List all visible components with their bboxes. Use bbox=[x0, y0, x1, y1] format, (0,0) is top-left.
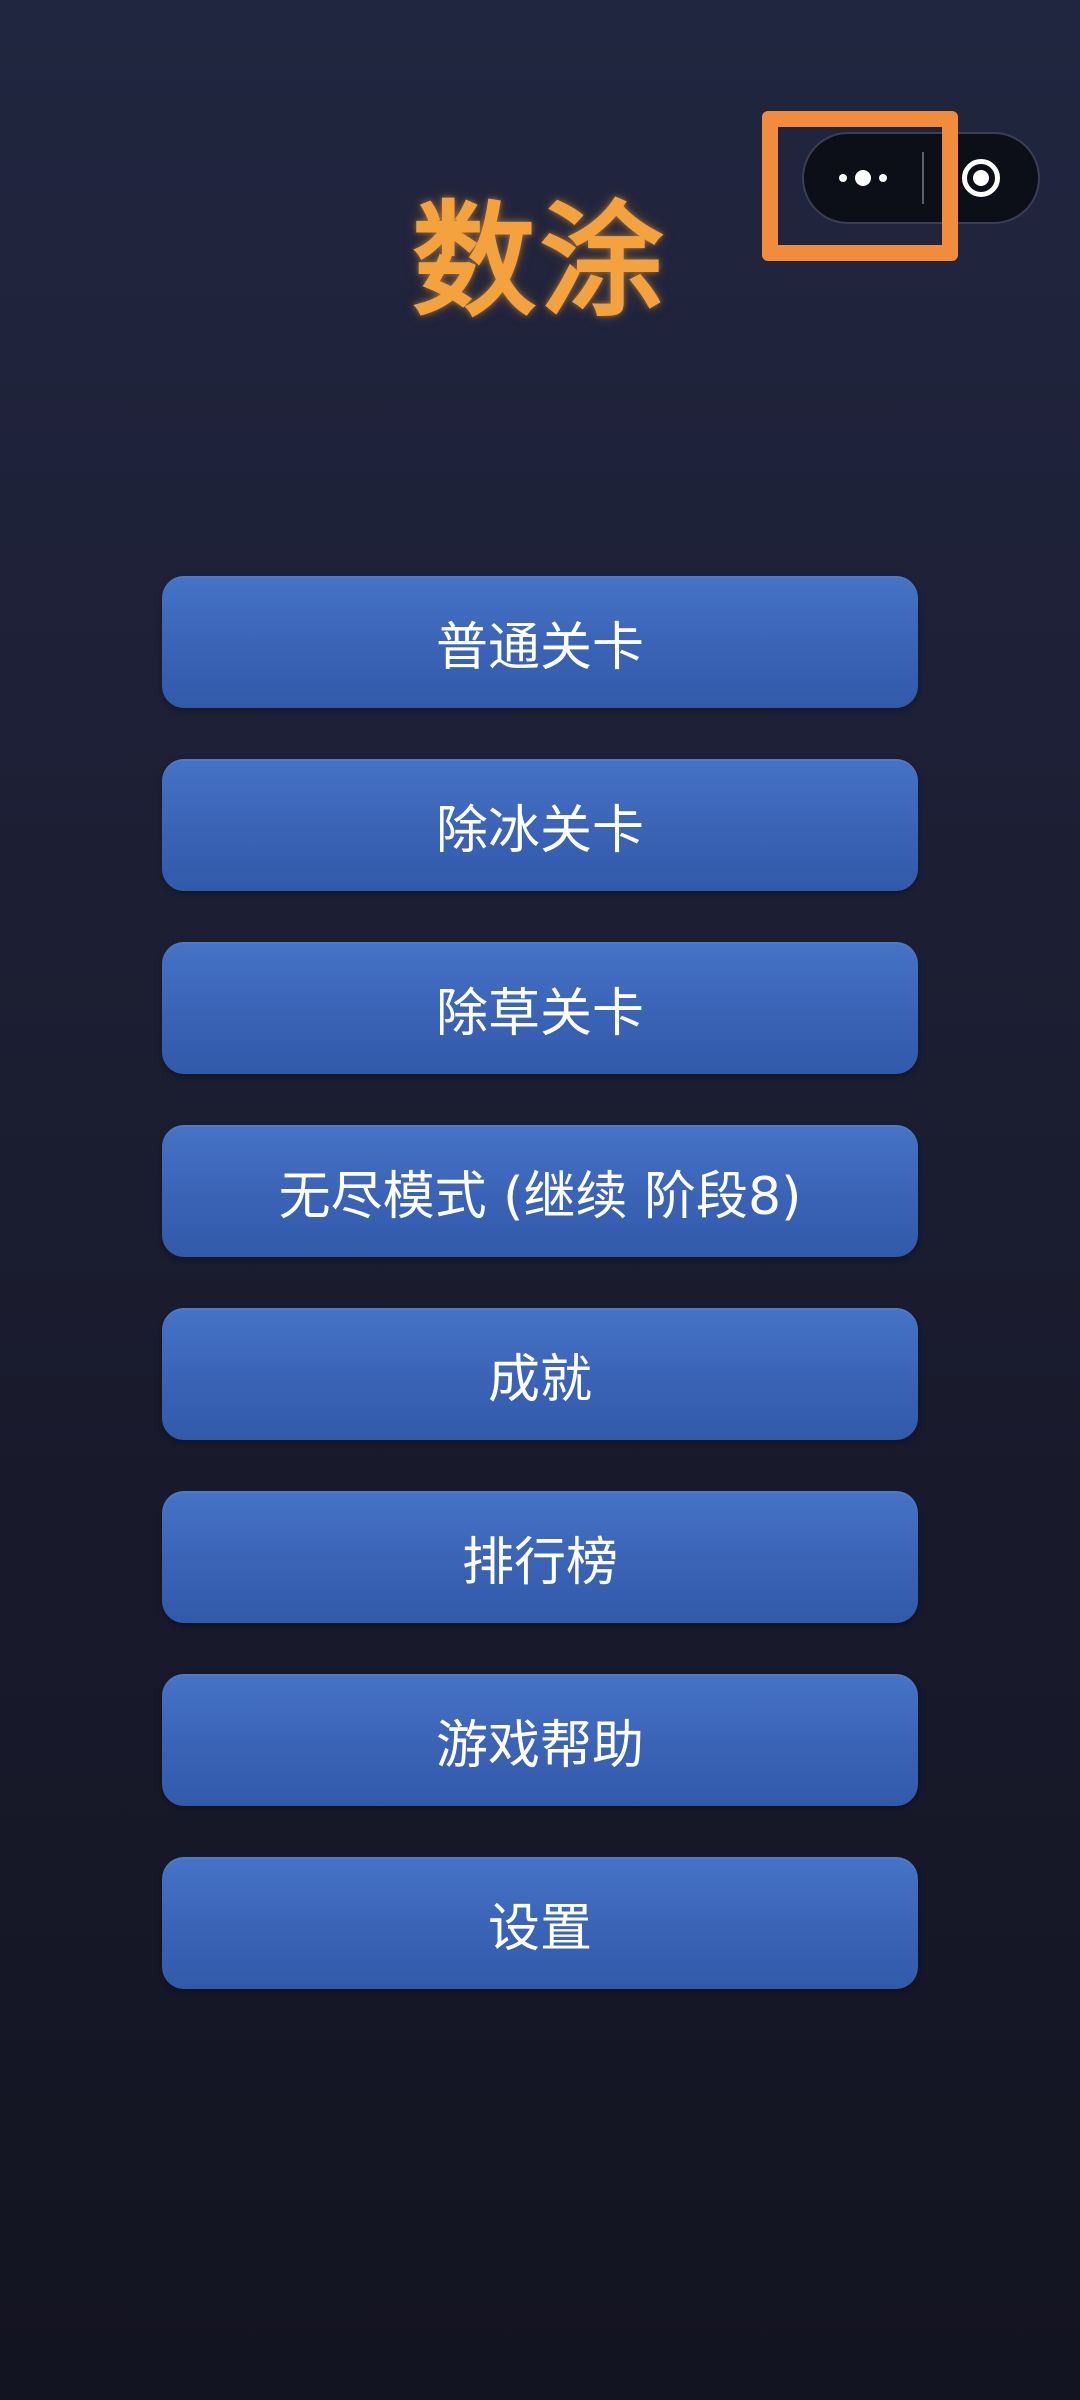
game-help-button[interactable]: 游戏帮助 bbox=[162, 1674, 918, 1806]
normal-levels-button[interactable]: 普通关卡 bbox=[162, 576, 918, 708]
ice-levels-button[interactable]: 除冰关卡 bbox=[162, 759, 918, 891]
achievements-button[interactable]: 成就 bbox=[162, 1308, 918, 1440]
close-target-icon bbox=[962, 159, 1000, 197]
close-target-core bbox=[973, 170, 989, 186]
more-dots-icon-center bbox=[855, 170, 871, 186]
main-menu: 普通关卡 除冰关卡 除草关卡 无尽模式 (继续 阶段8) 成就 排行榜 游戏帮助… bbox=[162, 576, 918, 2040]
close-button[interactable] bbox=[924, 134, 1038, 222]
mini-program-capsule bbox=[802, 132, 1040, 224]
settings-button[interactable]: 设置 bbox=[162, 1857, 918, 1989]
leaderboard-button[interactable]: 排行榜 bbox=[162, 1491, 918, 1623]
grass-levels-button[interactable]: 除草关卡 bbox=[162, 942, 918, 1074]
endless-mode-button[interactable]: 无尽模式 (继续 阶段8) bbox=[162, 1125, 918, 1257]
more-button[interactable] bbox=[804, 134, 922, 222]
more-dots-icon-right bbox=[879, 174, 887, 182]
more-dots-icon bbox=[839, 174, 847, 182]
